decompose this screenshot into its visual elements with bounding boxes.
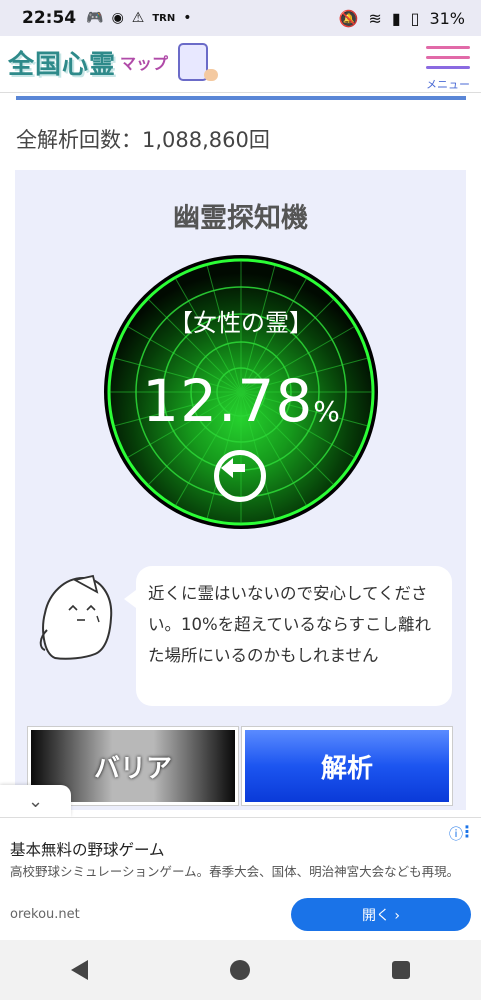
spirit-type: 【女性の霊】: [169, 309, 313, 337]
wifi-icon: ≋: [368, 8, 382, 28]
analyze-button[interactable]: 解析: [242, 727, 452, 805]
signal-icon: ▮: [391, 8, 401, 28]
site-logo[interactable]: 全国心霊 マップ: [8, 42, 219, 82]
dot-icon: •: [183, 10, 192, 26]
detector-panel: 幽霊探知機 【女性の霊】 12.78% 近くに霊はいないので安心してください。1…: [15, 170, 466, 810]
trn-icon: TRN: [152, 12, 176, 24]
ghost-character: [35, 568, 117, 668]
logo-subtext: マップ: [120, 54, 169, 73]
detection-value: 12.78%: [104, 367, 378, 435]
nav-back-icon[interactable]: [71, 960, 88, 980]
status-time: 22:54: [22, 8, 77, 28]
page-title: 幽霊探知機: [173, 203, 308, 234]
detection-percentage: 12.78: [142, 367, 314, 435]
phone-icon: [178, 43, 219, 81]
warning-icon: ⚠: [131, 10, 145, 26]
discord-icon: ◉: [111, 10, 124, 26]
radar-display: 【女性の霊】 12.78%: [104, 255, 378, 529]
ad-title[interactable]: 基本無料の野球ゲーム: [10, 838, 165, 860]
menu-label: メニュー: [426, 78, 470, 91]
ad-open-button[interactable]: 開く ›: [291, 898, 471, 931]
menu-button[interactable]: メニュー: [425, 42, 471, 91]
status-bar: 22:54 🎮 ◉ ⚠ TRN • 🔕 ≋ ▮ ▯ 31%: [0, 0, 481, 36]
logo-text: 全国心霊: [8, 49, 117, 80]
system-nav-bar: [0, 940, 481, 1000]
ad-domain: orekou.net: [10, 907, 80, 922]
arrow-left-icon: [221, 458, 245, 478]
battery-level: 31%: [429, 8, 465, 28]
game-controller-icon: 🎮: [86, 10, 104, 26]
hamburger-bar: [426, 66, 470, 69]
hamburger-bar: [426, 56, 470, 59]
nav-home-icon[interactable]: [230, 960, 250, 980]
hamburger-icon: [426, 46, 470, 49]
ad-description: 高校野球シミュレーションゲーム。春季大会、国体、明治神宮大会なども再現。: [10, 864, 460, 879]
battery-icon: ▯: [410, 8, 420, 28]
site-header: 全国心霊 マップ メニュー: [0, 36, 481, 93]
ad-banner[interactable]: ⓘ ⋮ 基本無料の野球ゲーム 高校野球シミュレーションゲーム。春季大会、国体、明…: [0, 817, 481, 941]
nav-recents-icon[interactable]: [392, 961, 410, 979]
divider: [16, 96, 466, 100]
chevron-down-icon: ⌄: [27, 790, 44, 812]
percent-unit: %: [313, 395, 340, 428]
message-bubble: 近くに霊はいないので安心してください。10%を超えているならすこし離れた場所にい…: [124, 566, 452, 706]
more-options-icon[interactable]: ⋮: [459, 822, 475, 841]
ad-collapse-button[interactable]: ⌄: [0, 785, 71, 817]
ghost-icon: [39, 574, 113, 660]
mute-icon: 🔕: [338, 8, 359, 28]
back-button[interactable]: [214, 450, 266, 502]
total-analysis-count: 全解析回数：1,088,860回: [16, 128, 270, 152]
notification-icons: 🎮 ◉ ⚠ TRN •: [86, 10, 191, 26]
